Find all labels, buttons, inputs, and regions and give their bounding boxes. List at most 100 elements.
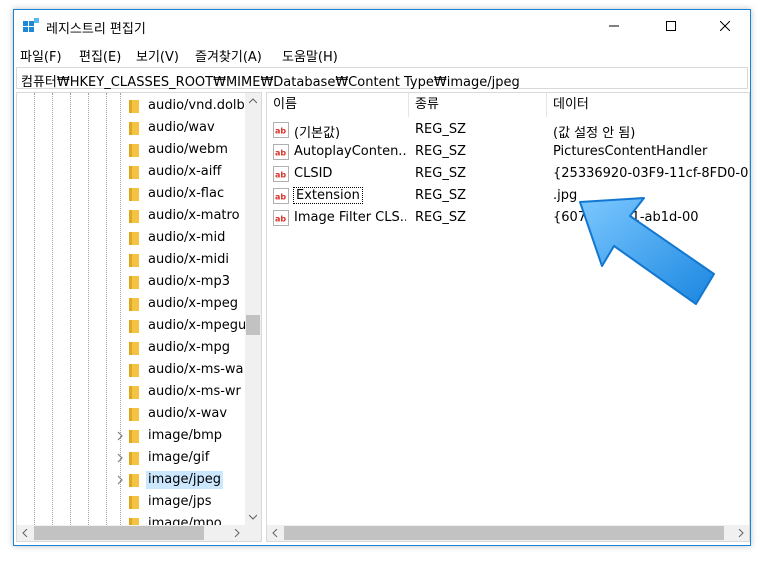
tree-item[interactable]: audio/x-mp3: [17, 271, 245, 293]
tree-item-label: image/bmp: [148, 428, 223, 443]
menu-bar: 파일(F) 편집(E) 보기(V) 즐겨찾기(A) 도움말(H): [14, 43, 750, 65]
registry-editor-icon: [23, 18, 39, 32]
value-row[interactable]: ab Image Filter CLS... REG_SZ {607f...-1…: [267, 207, 749, 229]
tree-item[interactable]: audio/x-mpg: [17, 337, 245, 359]
registry-editor-window: 레지스트리 편집기 파일(F) 편집(E) 보기(V) 즐겨찾기(A) 도움말(…: [13, 9, 751, 546]
tree-item-label: audio/x-mpegu: [148, 318, 247, 333]
folder-icon: [129, 474, 139, 487]
menu-favorites[interactable]: 즐겨찾기(A): [195, 46, 262, 65]
chevron-right-icon[interactable]: [116, 430, 124, 442]
folder-icon: [129, 342, 139, 355]
column-header-data[interactable]: 데이터: [547, 93, 749, 117]
reg-string-icon: ab: [273, 122, 289, 138]
folder-icon: [129, 298, 139, 311]
value-row[interactable]: ab (기본값) REG_SZ (값 설정 안 됨): [267, 119, 749, 141]
tree-item-label: audio/x-mp3: [148, 274, 230, 289]
column-header-name[interactable]: 이름: [267, 93, 409, 117]
chevron-right-icon[interactable]: [116, 452, 124, 464]
value-data: {607f...-11d1-ab1d-00: [553, 210, 699, 225]
tree-item[interactable]: audio/x-mpeg: [17, 293, 245, 315]
menu-help[interactable]: 도움말(H): [282, 46, 338, 65]
value-name: AutoplayConten...: [294, 144, 406, 159]
column-header-type[interactable]: 종류: [409, 93, 547, 117]
tree-item[interactable]: audio/wav: [17, 117, 245, 139]
tree-item-label: audio/wav: [148, 120, 215, 135]
value-row[interactable]: ab AutoplayConten... REG_SZ PicturesCont…: [267, 141, 749, 163]
scroll-left-arrow-icon[interactable]: [272, 529, 278, 537]
value-name: (기본값): [294, 126, 341, 141]
tree-item-label: audio/x-ms-wr: [148, 384, 241, 399]
folder-icon: [129, 364, 139, 377]
value-type: REG_SZ: [415, 144, 466, 159]
folder-icon: [129, 144, 139, 157]
tree-item-label: audio/x-aiff: [148, 164, 222, 179]
maximize-button[interactable]: [648, 10, 694, 41]
tree-item[interactable]: audio/x-ms-wa: [17, 359, 245, 381]
value-type: REG_SZ: [415, 188, 466, 203]
title-bar[interactable]: 레지스트리 편집기: [14, 10, 750, 42]
maximize-icon: [666, 20, 676, 31]
scroll-right-arrow-icon[interactable]: [738, 529, 744, 537]
scroll-up-arrow-icon[interactable]: [249, 98, 257, 104]
menu-file[interactable]: 파일(F): [20, 46, 62, 65]
value-type: REG_SZ: [415, 210, 466, 225]
tree-vertical-scrollbar[interactable]: [245, 93, 261, 525]
folder-icon: [129, 254, 139, 267]
address-path[interactable]: 컴퓨터₩HKEY_CLASSES_ROOT₩MIME₩Database₩Cont…: [21, 71, 520, 90]
close-button[interactable]: [702, 10, 748, 41]
tree-item[interactable]: image/bmp: [17, 425, 245, 447]
tree-item[interactable]: audio/x-aiff: [17, 161, 245, 183]
tree-item[interactable]: audio/x-midi: [17, 249, 245, 271]
tree-item-label: image/jps: [148, 494, 212, 509]
value-name: CLSID: [294, 166, 333, 181]
tree-item-label: audio/x-mpeg: [148, 296, 238, 311]
tree-item[interactable]: audio/x-flac: [17, 183, 245, 205]
tree-item[interactable]: audio/x-mid: [17, 227, 245, 249]
reg-string-icon: ab: [273, 166, 289, 182]
menu-view[interactable]: 보기(V): [136, 46, 179, 65]
value-name: Extension: [293, 187, 363, 204]
tree-item[interactable]: audio/x-ms-wr: [17, 381, 245, 403]
tree-hscroll-thumb[interactable]: [34, 526, 204, 540]
tree-item-label: image/jpeg: [146, 471, 223, 489]
scroll-down-arrow-icon[interactable]: [249, 514, 257, 520]
key-tree-pane[interactable]: audio/vnd.dolb audio/wav audio/webm audi…: [16, 92, 262, 542]
menu-edit[interactable]: 편집(E): [79, 46, 121, 65]
tree-item[interactable]: image/gif: [17, 447, 245, 469]
folder-icon: [129, 232, 139, 245]
tree-item[interactable]: audio/x-mpegu: [17, 315, 247, 337]
svg-text:ab: ab: [275, 193, 286, 202]
close-icon: [720, 20, 730, 31]
tree-item[interactable]: audio/vnd.dolb: [17, 95, 245, 117]
svg-text:ab: ab: [275, 149, 286, 158]
reg-string-icon: ab: [273, 188, 289, 204]
tree-item-label: audio/x-ms-wa: [148, 362, 244, 377]
folder-icon: [129, 166, 139, 179]
tree-item[interactable]: audio/x-wav: [17, 403, 245, 425]
values-list-pane[interactable]: 이름 종류 데이터 ab (기본값) REG_SZ (값 설정 안 됨) ab …: [266, 92, 750, 542]
value-row-focused[interactable]: ab Extension REG_SZ .jpg: [267, 185, 749, 207]
list-horizontal-scrollbar[interactable]: [267, 525, 749, 541]
value-name: Image Filter CLS...: [294, 210, 406, 225]
scroll-right-arrow-icon[interactable]: [234, 529, 240, 537]
scroll-left-arrow-icon[interactable]: [22, 529, 28, 537]
list-hscroll-thumb[interactable]: [284, 526, 724, 540]
tree-item-selected[interactable]: image/jpeg: [17, 469, 245, 491]
minimize-button[interactable]: [591, 10, 637, 41]
value-type: REG_SZ: [415, 166, 466, 181]
tree-item[interactable]: image/jps: [17, 491, 245, 513]
tree-item[interactable]: audio/webm: [17, 139, 245, 161]
folder-icon: [129, 188, 139, 201]
address-bar[interactable]: 컴퓨터₩HKEY_CLASSES_ROOT₩MIME₩Database₩Cont…: [16, 67, 748, 90]
tree-item[interactable]: audio/x-matro: [17, 205, 245, 227]
tree-scrollbar-thumb[interactable]: [246, 315, 260, 335]
reg-string-icon: ab: [273, 210, 289, 226]
tree-item-label: audio/x-mid: [148, 230, 226, 245]
chevron-right-icon[interactable]: [116, 474, 124, 486]
scroll-corner: [245, 525, 261, 541]
folder-icon: [129, 430, 139, 443]
tree-item-label: audio/x-mpg: [148, 340, 230, 355]
tree-horizontal-scrollbar[interactable]: [17, 525, 245, 541]
tree-item-label: audio/x-wav: [148, 406, 228, 421]
value-row[interactable]: ab CLSID REG_SZ {25336920-03F9-11cf-8FD0…: [267, 163, 749, 185]
